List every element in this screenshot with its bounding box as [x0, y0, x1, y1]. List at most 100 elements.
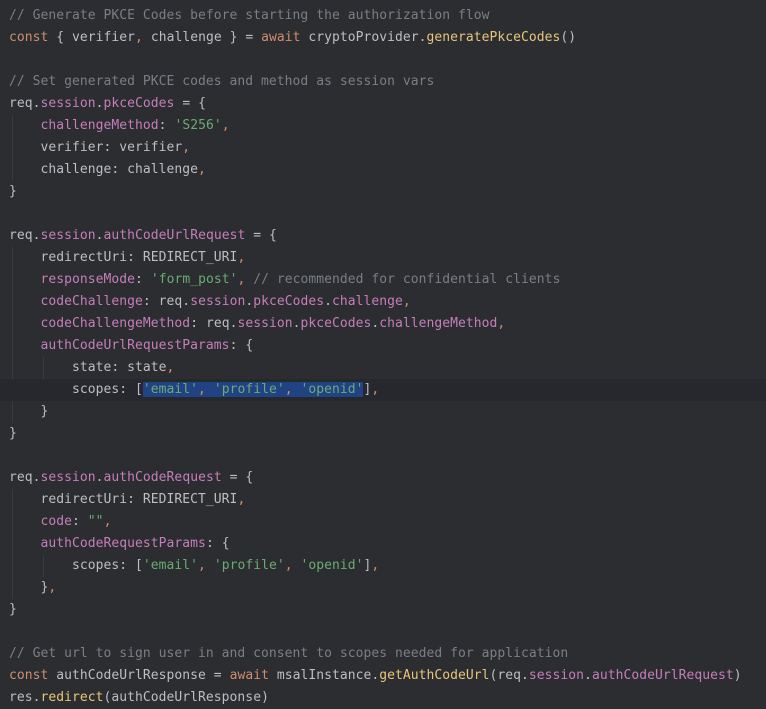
code-token: ,: [237, 492, 246, 507]
code-token: const: [9, 668, 49, 683]
code-token: authCodeUrlResponse =: [48, 668, 230, 683]
code-line[interactable]: req.session.authCodeRequest = {: [0, 467, 766, 489]
code-line[interactable]: req.session.pkceCodes = {: [0, 93, 766, 115]
code-token: .: [95, 96, 104, 111]
code-line[interactable]: codeChallengeMethod: req.session.pkceCod…: [0, 313, 766, 335]
code-line[interactable]: const authCodeUrlResponse = await msalIn…: [0, 665, 766, 687]
code-token: // recommended for confidential clients: [253, 272, 561, 287]
code-token: session: [528, 668, 585, 683]
code-token: responseMode: [40, 272, 136, 287]
code-token: session: [237, 316, 293, 331]
code-line[interactable]: responseMode: 'form_post', // recommende…: [0, 269, 766, 291]
code-token: = {: [174, 96, 206, 111]
code-line[interactable]: verifier: verifier,: [0, 137, 766, 159]
selected-token: ,: [198, 382, 214, 397]
code-token: ,: [198, 558, 214, 573]
code-token: ,: [166, 360, 175, 375]
code-token: redirectUri: REDIRECT_URI: [9, 492, 238, 507]
code-line[interactable]: authCodeUrlRequestParams: {: [0, 335, 766, 357]
code-token: // Generate PKCE Codes before starting t…: [9, 8, 490, 23]
code-line[interactable]: code: "",: [0, 511, 766, 533]
code-editor[interactable]: // Generate PKCE Codes before starting t…: [0, 0, 766, 709]
code-line[interactable]: // Generate PKCE Codes before starting t…: [0, 5, 766, 27]
code-line[interactable]: // Set generated PKCE codes and method a…: [0, 71, 766, 93]
code-token: pkceCodes: [253, 294, 325, 309]
code-token: codeChallengeMethod: [40, 316, 191, 331]
code-token: (authCodeUrlResponse): [103, 690, 269, 705]
code-token: challenge: [332, 294, 403, 309]
code-token: session: [40, 470, 96, 485]
code-token: // Get url to sign user in and consent t…: [9, 646, 569, 661]
code-token: :: [158, 118, 175, 133]
code-line[interactable]: scopes: ['email', 'profile', 'openid'],: [0, 379, 766, 401]
code-line[interactable]: req.session.authCodeUrlRequest = {: [0, 225, 766, 247]
code-token: ,: [497, 316, 506, 331]
code-token: }: [9, 602, 17, 617]
code-token: { verifier: [48, 30, 136, 45]
code-line[interactable]: }: [0, 599, 766, 621]
code-token: .: [324, 294, 332, 309]
code-token: redirectUri: REDIRECT_URI: [9, 250, 238, 265]
code-token: ): [733, 668, 742, 683]
code-token: challenge } =: [142, 30, 262, 45]
code-line[interactable]: [0, 445, 766, 467]
code-line[interactable]: scopes: ['email', 'profile', 'openid'],: [0, 555, 766, 577]
code-line[interactable]: redirectUri: REDIRECT_URI,: [0, 489, 766, 511]
code-token: const: [9, 30, 49, 45]
code-token: authCodeRequestParams: [40, 536, 206, 551]
code-line[interactable]: }: [0, 423, 766, 445]
code-line[interactable]: res.redirect(authCodeUrlResponse): [0, 687, 766, 709]
code-token: = {: [245, 228, 277, 243]
code-token: session: [190, 294, 246, 309]
code-line[interactable]: // Get url to sign user in and consent t…: [0, 643, 766, 665]
code-line[interactable]: }: [0, 401, 766, 423]
code-token: state: state: [9, 360, 167, 375]
code-line[interactable]: },: [0, 577, 766, 599]
code-token: scopes: [: [9, 558, 143, 573]
code-token: msalInstance.: [268, 668, 380, 683]
code-token: 'openid': [300, 558, 364, 573]
code-token: pkceCodes: [103, 96, 175, 111]
code-line[interactable]: challengeMethod: 'S256',: [0, 115, 766, 137]
code-line[interactable]: [0, 49, 766, 71]
code-token: authCodeUrlRequest: [103, 228, 246, 243]
code-line[interactable]: authCodeRequestParams: {: [0, 533, 766, 555]
code-token: ,: [198, 162, 206, 177]
code-token: challengeMethod: [40, 118, 159, 133]
code-token: : req.: [190, 316, 238, 331]
code-token: .: [584, 668, 592, 683]
code-line[interactable]: state: state,: [0, 357, 766, 379]
code-token: codeChallenge: [40, 294, 143, 309]
code-token: generatePkceCodes: [426, 30, 561, 45]
code-token: ,: [371, 382, 380, 397]
code-line[interactable]: [0, 621, 766, 643]
code-line[interactable]: redirectUri: REDIRECT_URI,: [0, 247, 766, 269]
code-token: }: [9, 184, 17, 199]
code-token: : {: [229, 338, 254, 353]
code-line[interactable]: [0, 203, 766, 225]
code-line[interactable]: challenge: challenge,: [0, 159, 766, 181]
code-token: ,: [284, 558, 301, 573]
code-token: }: [9, 580, 49, 595]
code-token: getAuthCodeUrl: [379, 668, 490, 683]
code-token: verifier: verifier: [9, 140, 183, 155]
code-line[interactable]: codeChallenge: req.session.pkceCodes.cha…: [0, 291, 766, 313]
code-token: authCodeUrlRequestParams: [40, 338, 230, 353]
code-line[interactable]: const { verifier, challenge } = await cr…: [0, 27, 766, 49]
code-token: :: [72, 514, 88, 529]
code-token: cryptoProvider.: [300, 30, 427, 45]
code-token: res.: [9, 690, 41, 705]
code-token: ,: [103, 514, 112, 529]
code-line[interactable]: }: [0, 181, 766, 203]
code-token: .: [95, 228, 104, 243]
code-token: :: [135, 272, 151, 287]
code-token: authCodeRequest: [103, 470, 222, 485]
code-token: code: [40, 514, 73, 529]
code-token: : req.: [142, 294, 191, 309]
code-token: = {: [221, 470, 254, 485]
code-token: authCodeUrlRequest: [591, 668, 734, 683]
